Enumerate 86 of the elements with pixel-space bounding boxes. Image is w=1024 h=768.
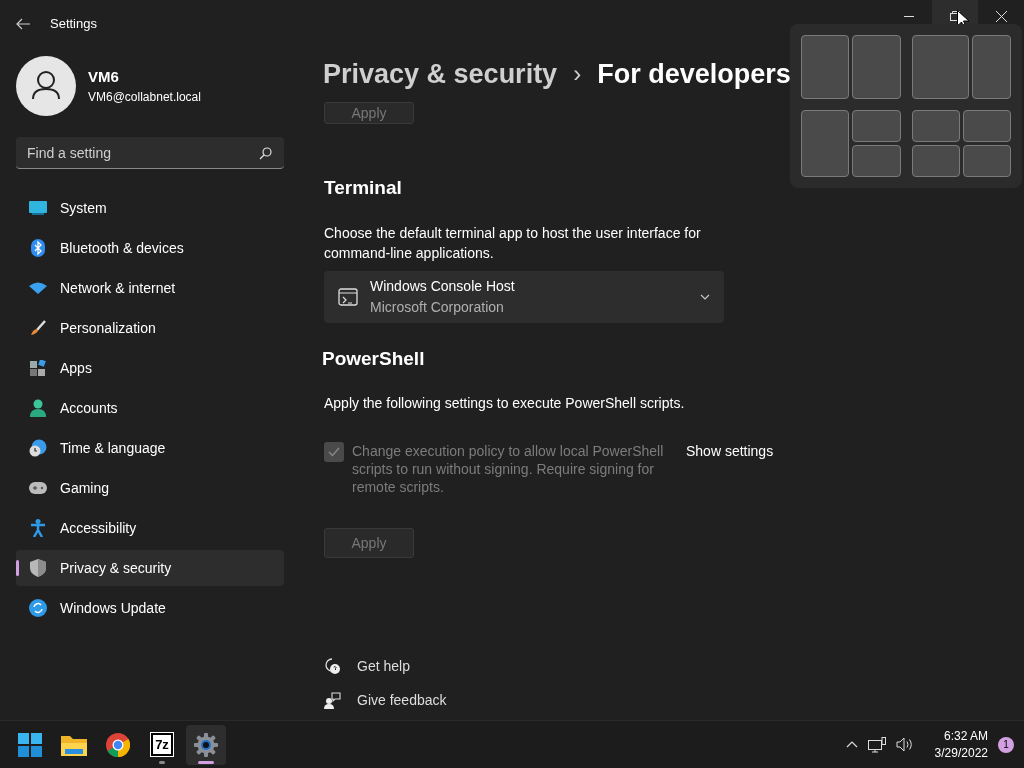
feedback-icon	[324, 692, 341, 709]
folder-icon	[61, 733, 87, 756]
snap-zone[interactable]	[852, 35, 901, 99]
snap-zone[interactable]	[911, 144, 960, 177]
nav-item[interactable]: Privacy & security	[16, 550, 284, 586]
nav-item[interactable]: Time & language	[16, 430, 284, 466]
chevron-up-icon[interactable]	[845, 741, 858, 748]
nav-item[interactable]: Bluetooth & devices	[16, 230, 284, 266]
breadcrumb-parent[interactable]: Privacy & security	[323, 53, 558, 95]
volume-icon[interactable]	[895, 737, 913, 752]
chevron-down-icon	[700, 293, 710, 300]
nav-item[interactable]: Accounts	[16, 390, 284, 426]
paintbrush-icon	[30, 320, 46, 336]
running-indicator	[159, 760, 165, 764]
snap-zone[interactable]	[911, 35, 970, 99]
user-name: VM6	[88, 66, 120, 87]
wifi-icon	[29, 282, 47, 294]
globe-clock-icon	[29, 439, 47, 457]
help-link[interactable]: Get help	[357, 656, 410, 677]
monitor-icon	[29, 201, 47, 215]
nav-label: Privacy & security	[60, 558, 172, 578]
snap-zone[interactable]	[911, 109, 960, 142]
update-icon	[29, 599, 47, 617]
browser-icon	[106, 732, 130, 757]
avatar-icon	[16, 56, 76, 116]
taskbar-app-button[interactable]	[186, 724, 226, 765]
nav-label: Windows Update	[60, 598, 166, 618]
shield-icon	[30, 559, 46, 577]
network-monitor-icon[interactable]	[867, 736, 886, 753]
nav-label: Bluetooth & devices	[60, 238, 184, 258]
nav-label: Accounts	[60, 398, 118, 418]
page-title: For developers	[597, 57, 791, 91]
notification-count[interactable]: 1	[998, 736, 1014, 753]
gamepad-icon	[29, 482, 47, 494]
dropdown-subtitle: Microsoft Corporation	[370, 297, 505, 317]
window-title: Settings	[50, 15, 97, 34]
show-settings-link[interactable]: Show settings	[686, 442, 774, 460]
snap-zone[interactable]	[852, 144, 901, 177]
nav-label: Network & internet	[60, 278, 176, 298]
close-icon	[995, 10, 1007, 22]
nav-item[interactable]: Personalization	[16, 310, 284, 346]
bluetooth-icon	[31, 239, 45, 257]
section-heading: Terminal	[324, 176, 402, 200]
selection-indicator	[16, 560, 19, 576]
section-heading: PowerShell	[322, 346, 425, 371]
section-description: Choose the default terminal app to host the user interface for command-line applications.	[324, 223, 702, 263]
help-icon	[324, 658, 341, 675]
nav-label: System	[60, 198, 107, 218]
nav-label: Time & language	[60, 438, 166, 458]
apps-icon	[30, 360, 46, 376]
running-indicator	[198, 760, 214, 764]
gear-icon	[194, 732, 218, 757]
nav-item[interactable]: Network & internet	[16, 270, 284, 306]
nav-item[interactable]: Apps	[16, 350, 284, 386]
search-field[interactable]: Find a setting	[16, 137, 284, 169]
nav-label: Apps	[60, 358, 92, 378]
taskbar-app-button[interactable]: 7z	[142, 724, 182, 765]
checkmark-icon	[328, 447, 340, 457]
nav-label: Gaming	[60, 478, 110, 498]
snap-zone[interactable]	[852, 109, 901, 142]
user-email: VM6@collabnet.local	[88, 89, 201, 107]
snap-zone[interactable]	[962, 144, 1011, 177]
start-icon	[18, 732, 42, 757]
nav-item[interactable]: Accessibility	[16, 510, 284, 546]
nav-item[interactable]: System	[16, 190, 284, 226]
person-icon	[30, 399, 46, 417]
search-icon	[259, 147, 272, 160]
nav-item[interactable]: Windows Update	[16, 590, 284, 626]
nav-item[interactable]: Gaming	[16, 470, 284, 506]
minimize-icon	[904, 15, 914, 17]
nav-label: Personalization	[60, 318, 156, 338]
console-icon	[338, 287, 358, 306]
clock[interactable]: 6:32 AM 3/29/2022	[934, 727, 988, 762]
breadcrumb-separator: ›	[573, 59, 582, 89]
section-description: Apply the following settings to execute PowerShell scripts.	[324, 394, 686, 413]
terminal-dropdown[interactable]: Windows Console Host Microsoft Corporation	[324, 270, 724, 323]
nav-label: Accessibility	[60, 518, 137, 538]
archive-app-icon: 7z	[151, 733, 173, 756]
dropdown-value: Windows Console Host	[370, 276, 516, 296]
snap-zone[interactable]	[801, 109, 850, 177]
snap-zone[interactable]	[962, 109, 1011, 142]
snap-zone[interactable]	[801, 35, 850, 99]
accessibility-icon	[30, 519, 46, 537]
help-link[interactable]: Give feedback	[357, 690, 447, 711]
back-arrow-icon[interactable]	[16, 18, 30, 30]
checkbox-label: Change execution policy to allow local PowerShell scripts to run without signing. Require signing for remote scripts.	[352, 442, 665, 496]
